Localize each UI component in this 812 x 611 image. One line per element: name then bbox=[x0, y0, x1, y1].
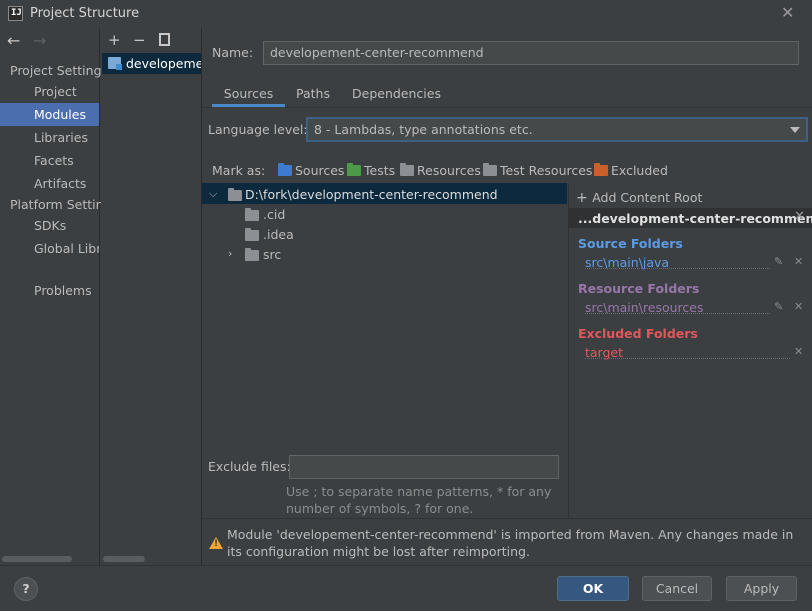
path-divider bbox=[585, 313, 770, 314]
project-settings-heading: Project Settings bbox=[10, 63, 109, 78]
sidebar-item-problems[interactable]: Problems bbox=[0, 279, 99, 302]
module-list-panel bbox=[101, 28, 202, 565]
chevron-down-icon[interactable] bbox=[790, 127, 800, 133]
chevron-right-icon[interactable]: › bbox=[228, 247, 232, 260]
sidebar-item-global-libraries[interactable]: Global Libraries bbox=[0, 237, 99, 260]
tree-item-idea[interactable]: .idea bbox=[263, 227, 294, 242]
plus-icon: + bbox=[576, 190, 593, 206]
add-content-root-label: Add Content Root bbox=[592, 190, 703, 205]
remove-module-button[interactable]: − bbox=[133, 32, 146, 48]
edit-pencil-icon[interactable]: ✎ bbox=[774, 255, 783, 268]
remove-content-root-button[interactable]: ✕ bbox=[794, 209, 805, 224]
exclude-files-hint: Use ; to separate name patterns, * for a… bbox=[286, 484, 552, 516]
tests-folder-icon bbox=[347, 163, 361, 176]
forward-arrow-icon[interactable]: → bbox=[33, 32, 46, 50]
tab-dependencies[interactable]: Dependencies bbox=[352, 86, 441, 101]
sidebar-scrollbar[interactable] bbox=[2, 556, 72, 562]
tabs-divider bbox=[202, 107, 812, 108]
close-icon: ✕ bbox=[794, 209, 805, 224]
sidebar-item-modules[interactable]: Modules bbox=[0, 103, 99, 126]
mark-resources-button[interactable]: Resources bbox=[400, 163, 481, 178]
mark-resources-label: Resources bbox=[417, 163, 481, 178]
app-logo-icon: IJ bbox=[8, 6, 23, 21]
tree-item-cid[interactable]: .cid bbox=[263, 207, 285, 222]
mark-tests-label: Tests bbox=[364, 163, 396, 178]
mark-test-resources-button[interactable]: Test Resources bbox=[483, 163, 592, 178]
mark-sources-button[interactable]: Sources bbox=[278, 163, 344, 178]
exclude-files-label: Exclude files: bbox=[208, 459, 291, 474]
close-icon[interactable]: ✕ bbox=[794, 255, 803, 268]
test-resources-folder-icon bbox=[483, 163, 497, 176]
resource-folders-title: Resource Folders bbox=[578, 281, 700, 296]
window-title: Project Structure bbox=[30, 6, 140, 21]
sidebar-item-sdks[interactable]: SDKs bbox=[0, 214, 99, 237]
mark-test-resources-label: Test Resources bbox=[500, 163, 593, 178]
folder-tree bbox=[202, 183, 567, 453]
mark-excluded-label: Excluded bbox=[611, 163, 668, 178]
copy-module-button[interactable] bbox=[159, 33, 170, 49]
tree-item-src[interactable]: src bbox=[263, 247, 281, 262]
close-icon[interactable]: ✕ bbox=[794, 300, 803, 313]
chevron-down-icon[interactable]: ⌵ bbox=[209, 187, 217, 201]
apply-button[interactable]: Apply bbox=[726, 576, 797, 601]
folder-icon bbox=[245, 248, 262, 263]
path-divider bbox=[585, 268, 770, 269]
back-arrow-icon[interactable]: ← bbox=[7, 32, 20, 50]
mark-sources-label: Sources bbox=[295, 163, 345, 178]
exclude-files-input[interactable] bbox=[289, 455, 559, 479]
language-level-label: Language level: bbox=[208, 122, 308, 137]
module-name-input[interactable]: developement-center-recommend bbox=[263, 41, 799, 65]
sidebar-item-facets[interactable]: Facets bbox=[0, 149, 99, 172]
close-icon[interactable]: ✕ bbox=[794, 345, 803, 358]
name-label: Name: bbox=[212, 45, 254, 60]
help-button[interactable]: ? bbox=[14, 577, 38, 601]
sidebar-item-libraries[interactable]: Libraries bbox=[0, 126, 99, 149]
close-window-button[interactable]: ✕ bbox=[781, 5, 794, 21]
add-content-root-button[interactable]: + Add Content Root bbox=[576, 190, 702, 206]
mark-tests-button[interactable]: Tests bbox=[347, 163, 395, 178]
close-icon: ✕ bbox=[781, 3, 795, 22]
source-folders-title: Source Folders bbox=[578, 236, 683, 251]
folder-icon bbox=[245, 208, 262, 223]
resources-folder-icon bbox=[400, 163, 414, 176]
sidebar-item-artifacts[interactable]: Artifacts bbox=[0, 172, 99, 195]
cancel-button[interactable]: Cancel bbox=[642, 576, 712, 601]
module-list-scrollbar[interactable] bbox=[103, 556, 145, 562]
sidebar-item-project[interactable]: Project bbox=[0, 80, 99, 103]
mark-as-label: Mark as: bbox=[212, 163, 266, 178]
language-level-select[interactable]: 8 - Lambdas, type annotations etc. bbox=[306, 117, 808, 142]
sources-folder-icon bbox=[278, 163, 292, 176]
module-icon bbox=[108, 57, 122, 70]
excluded-folder-icon bbox=[594, 163, 608, 176]
excluded-folders-title: Excluded Folders bbox=[578, 326, 698, 341]
content-root-title: ...development-center-recommend bbox=[578, 211, 812, 226]
ok-button[interactable]: OK bbox=[557, 576, 629, 601]
warning-icon-mark: ! bbox=[214, 539, 219, 549]
maven-import-warning: Module 'developement-center-recommend' i… bbox=[227, 527, 794, 559]
mark-excluded-button[interactable]: Excluded bbox=[594, 163, 668, 178]
warning-divider bbox=[202, 518, 812, 519]
copy-icon bbox=[159, 33, 170, 46]
tab-paths[interactable]: Paths bbox=[296, 86, 330, 101]
path-divider bbox=[585, 358, 790, 359]
add-module-button[interactable]: + bbox=[108, 32, 121, 48]
tree-root-label: D:\fork\development-center-recommend bbox=[245, 187, 498, 202]
edit-pencil-icon[interactable]: ✎ bbox=[774, 300, 783, 313]
platform-settings-heading: Platform Settings bbox=[10, 197, 109, 212]
folder-icon bbox=[228, 188, 245, 203]
active-tab-indicator bbox=[212, 104, 285, 107]
folder-icon bbox=[245, 228, 262, 243]
